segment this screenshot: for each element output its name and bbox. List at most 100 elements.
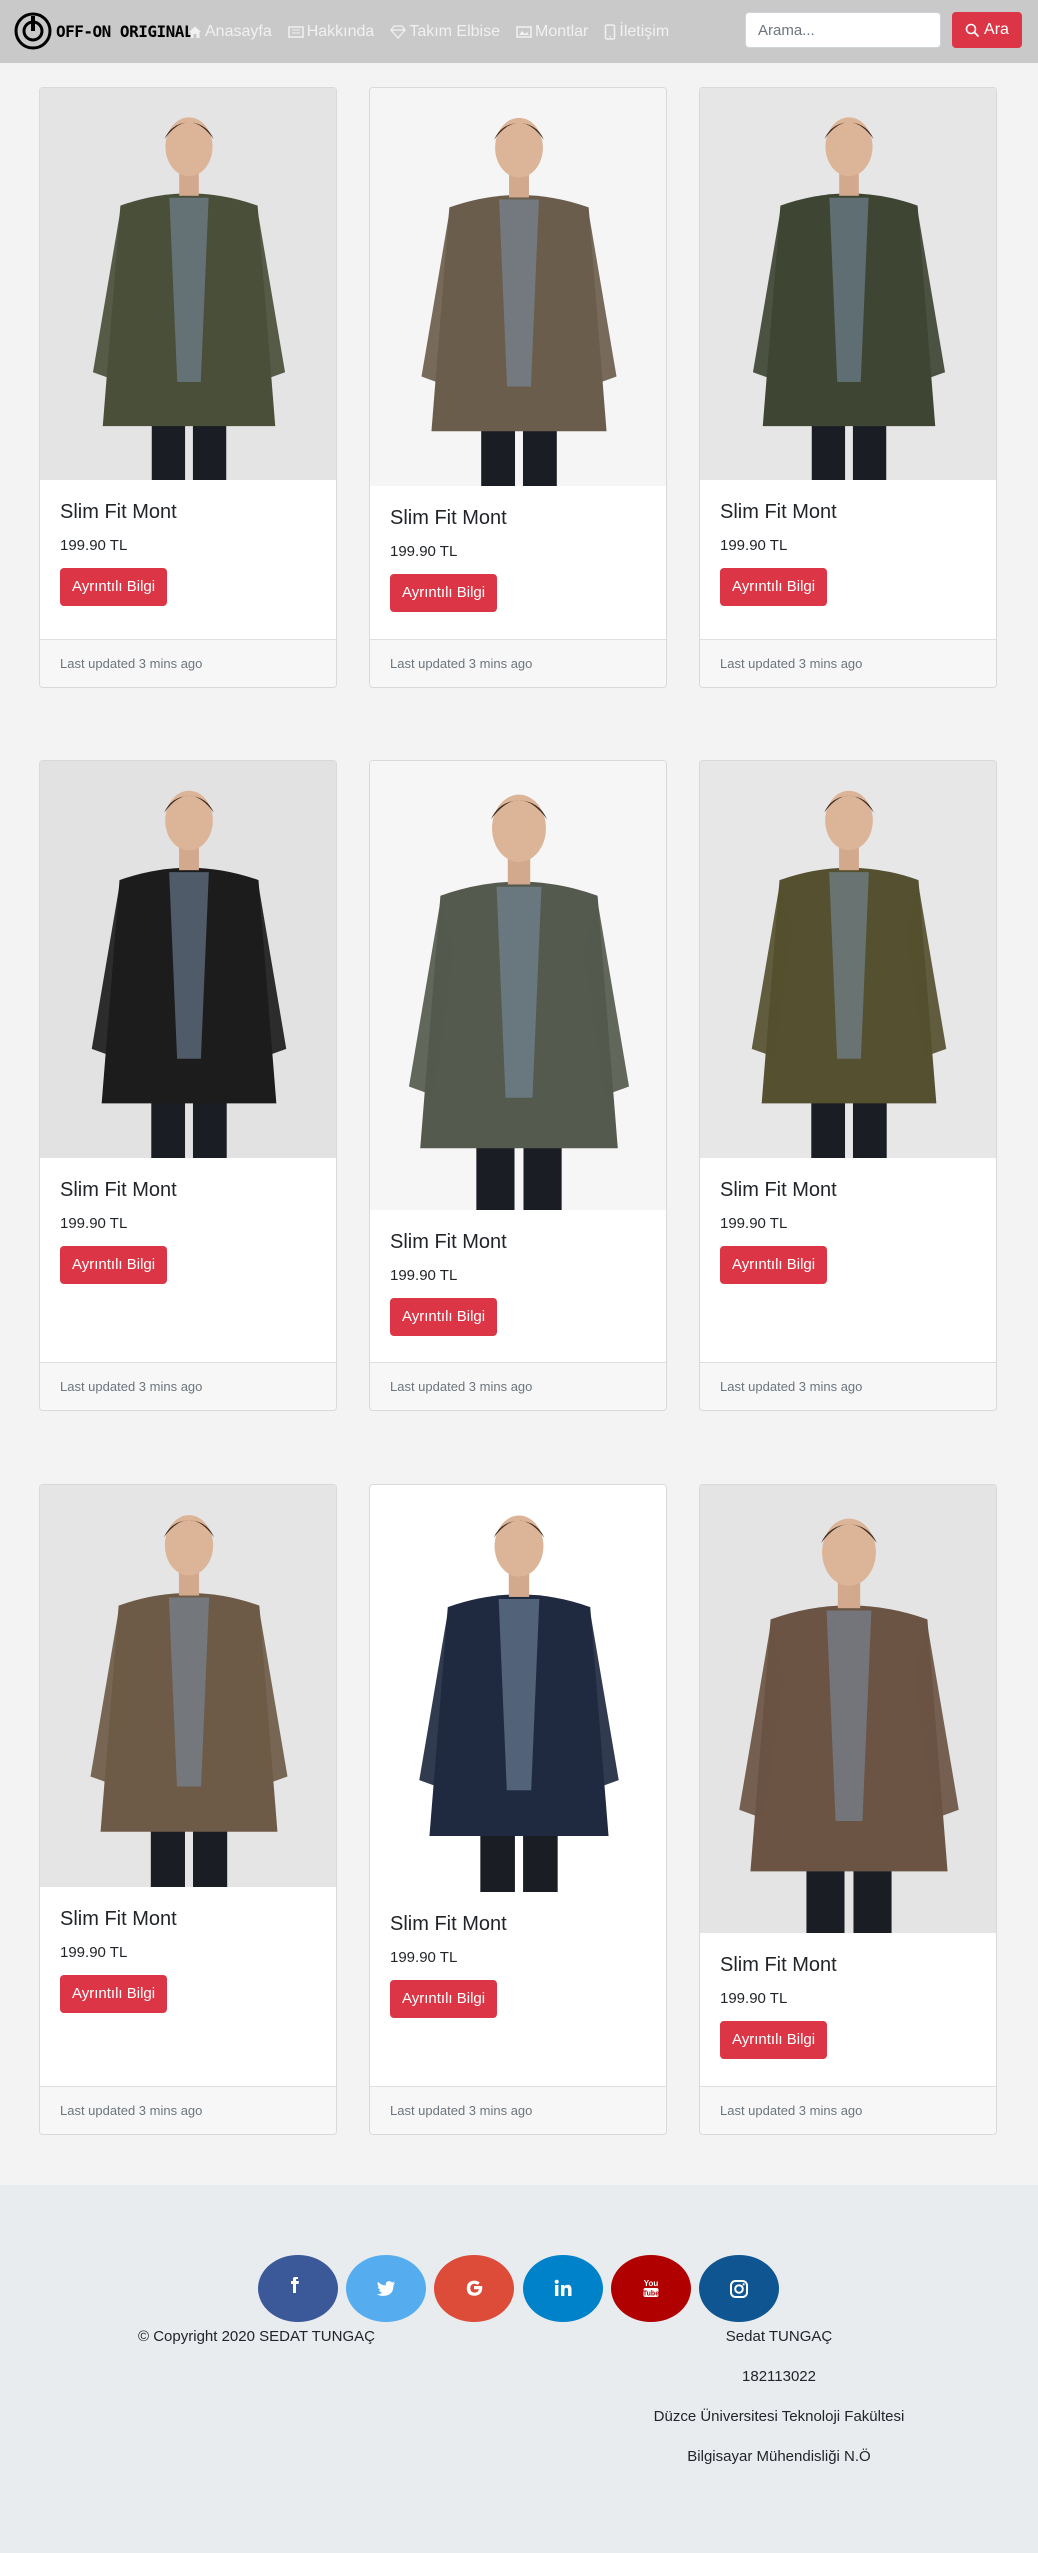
nav-link-label: Takım Elbise xyxy=(409,22,501,40)
product-image-wrapper xyxy=(40,88,336,480)
nav-link-hakkinda[interactable]: Hakkında xyxy=(287,22,375,41)
facebook-button[interactable] xyxy=(258,2255,338,2322)
card-footer-updated: Last updated 3 mins ago xyxy=(370,1362,666,1410)
product-title: Slim Fit Mont xyxy=(390,507,507,529)
card-body: Slim Fit Mont 199.90 TL Ayrıntılı Bilgi xyxy=(370,486,666,612)
instagram-button[interactable] xyxy=(699,2255,779,2322)
product-price: 199.90 TL xyxy=(60,537,128,554)
google-button[interactable] xyxy=(434,2255,514,2322)
card-body: Slim Fit Mont 199.90 TL Ayrıntılı Bilgi xyxy=(370,1210,666,1336)
product-image xyxy=(40,761,336,1158)
product-price: 199.90 TL xyxy=(390,1267,458,1284)
newspaper-icon xyxy=(287,25,304,38)
details-button[interactable]: Ayrıntılı Bilgi xyxy=(390,1980,498,2018)
details-button[interactable]: Ayrıntılı Bilgi xyxy=(390,574,498,612)
product-title: Slim Fit Mont xyxy=(390,1231,507,1253)
product-image xyxy=(700,88,996,480)
nav-link-montlar[interactable]: Montlar xyxy=(516,23,588,41)
card-footer-updated: Last updated 3 mins ago xyxy=(370,2086,666,2134)
nav-link-iletisim[interactable]: İletişim xyxy=(604,23,669,41)
search-input[interactable] xyxy=(745,12,941,48)
nav-link-anasayfa[interactable]: Anasayfa xyxy=(188,23,272,41)
card-footer-updated: Last updated 3 mins ago xyxy=(40,1362,336,1410)
instagram-icon xyxy=(730,2279,748,2298)
product-card: Slim Fit Mont 199.90 TL Ayrıntılı Bilgi … xyxy=(699,760,997,1411)
google-icon xyxy=(466,2280,483,2296)
card-body: Slim Fit Mont 199.90 TL Ayrıntılı Bilgi xyxy=(40,1887,336,2013)
svg-text:You: You xyxy=(644,2279,659,2288)
copyright-text: © Copyright 2020 SEDAT TUNGAÇ xyxy=(138,2328,375,2345)
footer-author-name: Sedat TUNGAÇ xyxy=(725,2328,833,2345)
gem-icon xyxy=(390,24,407,39)
product-title: Slim Fit Mont xyxy=(720,501,837,523)
product-image-wrapper xyxy=(40,1485,336,1887)
brand-logo[interactable]: OFF-ON ORIGINAL xyxy=(14,11,194,51)
product-card: Slim Fit Mont 199.90 TL Ayrıntılı Bilgi … xyxy=(369,1484,667,2135)
product-title: Slim Fit Mont xyxy=(390,1913,507,1935)
product-image xyxy=(370,761,666,1210)
card-body: Slim Fit Mont 199.90 TL Ayrıntılı Bilgi xyxy=(370,1892,666,2018)
nav-link-label: Montlar xyxy=(535,22,589,40)
search-icon xyxy=(965,23,980,37)
card-footer-updated: Last updated 3 mins ago xyxy=(700,639,996,687)
product-image-wrapper xyxy=(40,761,336,1158)
product-price: 199.90 TL xyxy=(60,1215,128,1232)
product-price: 199.90 TL xyxy=(390,1949,458,1966)
youtube-button[interactable]: You Tube xyxy=(611,2255,691,2322)
card-body: Slim Fit Mont 199.90 TL Ayrıntılı Bilgi xyxy=(40,1158,336,1284)
card-footer-updated: Last updated 3 mins ago xyxy=(700,1362,996,1410)
product-image xyxy=(40,1485,336,1887)
card-footer-updated: Last updated 3 mins ago xyxy=(40,2086,336,2134)
product-image-wrapper xyxy=(370,761,666,1210)
product-card: Slim Fit Mont 199.90 TL Ayrıntılı Bilgi … xyxy=(369,87,667,688)
details-button[interactable]: Ayrıntılı Bilgi xyxy=(60,1246,168,1284)
product-card: Slim Fit Mont 199.90 TL Ayrıntılı Bilgi … xyxy=(39,87,337,688)
details-button[interactable]: Ayrıntılı Bilgi xyxy=(390,1298,498,1336)
product-card: Slim Fit Mont 199.90 TL Ayrıntılı Bilgi … xyxy=(369,760,667,1411)
product-image xyxy=(700,1485,996,1933)
product-title: Slim Fit Mont xyxy=(720,1179,837,1201)
linkedin-button[interactable] xyxy=(523,2255,603,2322)
card-footer-updated: Last updated 3 mins ago xyxy=(40,639,336,687)
details-button[interactable]: Ayrıntılı Bilgi xyxy=(60,568,168,606)
footer-student-number: 182113022 xyxy=(742,2368,816,2385)
facebook-icon xyxy=(291,2276,299,2293)
nav-link-label: İletişim xyxy=(619,22,670,40)
product-image-wrapper xyxy=(370,88,666,486)
nav-link-takim-elbise[interactable]: Takım Elbise xyxy=(390,23,500,41)
details-button[interactable]: Ayrıntılı Bilgi xyxy=(60,1975,168,2013)
product-image-wrapper xyxy=(700,761,996,1158)
card-body: Slim Fit Mont 199.90 TL Ayrıntılı Bilgi xyxy=(40,480,336,606)
product-title: Slim Fit Mont xyxy=(720,1954,837,1976)
product-image-wrapper xyxy=(700,88,996,480)
details-button[interactable]: Ayrıntılı Bilgi xyxy=(720,1246,828,1284)
svg-text:Tube: Tube xyxy=(643,2290,659,2297)
twitter-button[interactable] xyxy=(346,2255,426,2322)
home-icon xyxy=(189,26,201,38)
footer-university: Düzce Üniversitesi Teknoloji Fakültesi xyxy=(653,2408,905,2425)
navbar: OFF-ON ORIGINAL Anasayfa Hakkında Takım … xyxy=(0,0,1038,63)
linkedin-icon xyxy=(554,2279,572,2296)
footer-department: Bilgisayar Mühendisliği N.Ö xyxy=(687,2448,871,2465)
card-body: Slim Fit Mont 199.90 TL Ayrıntılı Bilgi xyxy=(700,1158,996,1284)
twitter-icon xyxy=(376,2280,395,2296)
product-image-wrapper xyxy=(700,1485,996,1933)
product-price: 199.90 TL xyxy=(720,1215,788,1232)
product-card: Slim Fit Mont 199.90 TL Ayrıntılı Bilgi … xyxy=(699,1484,997,2135)
details-button[interactable]: Ayrıntılı Bilgi xyxy=(720,2021,828,2059)
phone-icon xyxy=(605,23,616,40)
search-button[interactable]: Ara xyxy=(952,12,1022,48)
product-image xyxy=(370,88,666,486)
product-card: Slim Fit Mont 199.90 TL Ayrıntılı Bilgi … xyxy=(39,760,337,1411)
nav-link-label: Hakkında xyxy=(306,22,375,40)
product-image xyxy=(700,761,996,1158)
brand-name: OFF-ON ORIGINAL xyxy=(56,21,194,41)
card-body: Slim Fit Mont 199.90 TL Ayrıntılı Bilgi xyxy=(700,480,996,606)
nav-link-label: Anasayfa xyxy=(205,22,272,40)
product-title: Slim Fit Mont xyxy=(60,1179,177,1201)
product-image-wrapper xyxy=(370,1485,666,1892)
details-button[interactable]: Ayrıntılı Bilgi xyxy=(720,568,828,606)
product-card: Slim Fit Mont 199.90 TL Ayrıntılı Bilgi … xyxy=(39,1484,337,2135)
youtube-icon: You Tube xyxy=(643,2279,659,2297)
product-image xyxy=(370,1485,666,1892)
